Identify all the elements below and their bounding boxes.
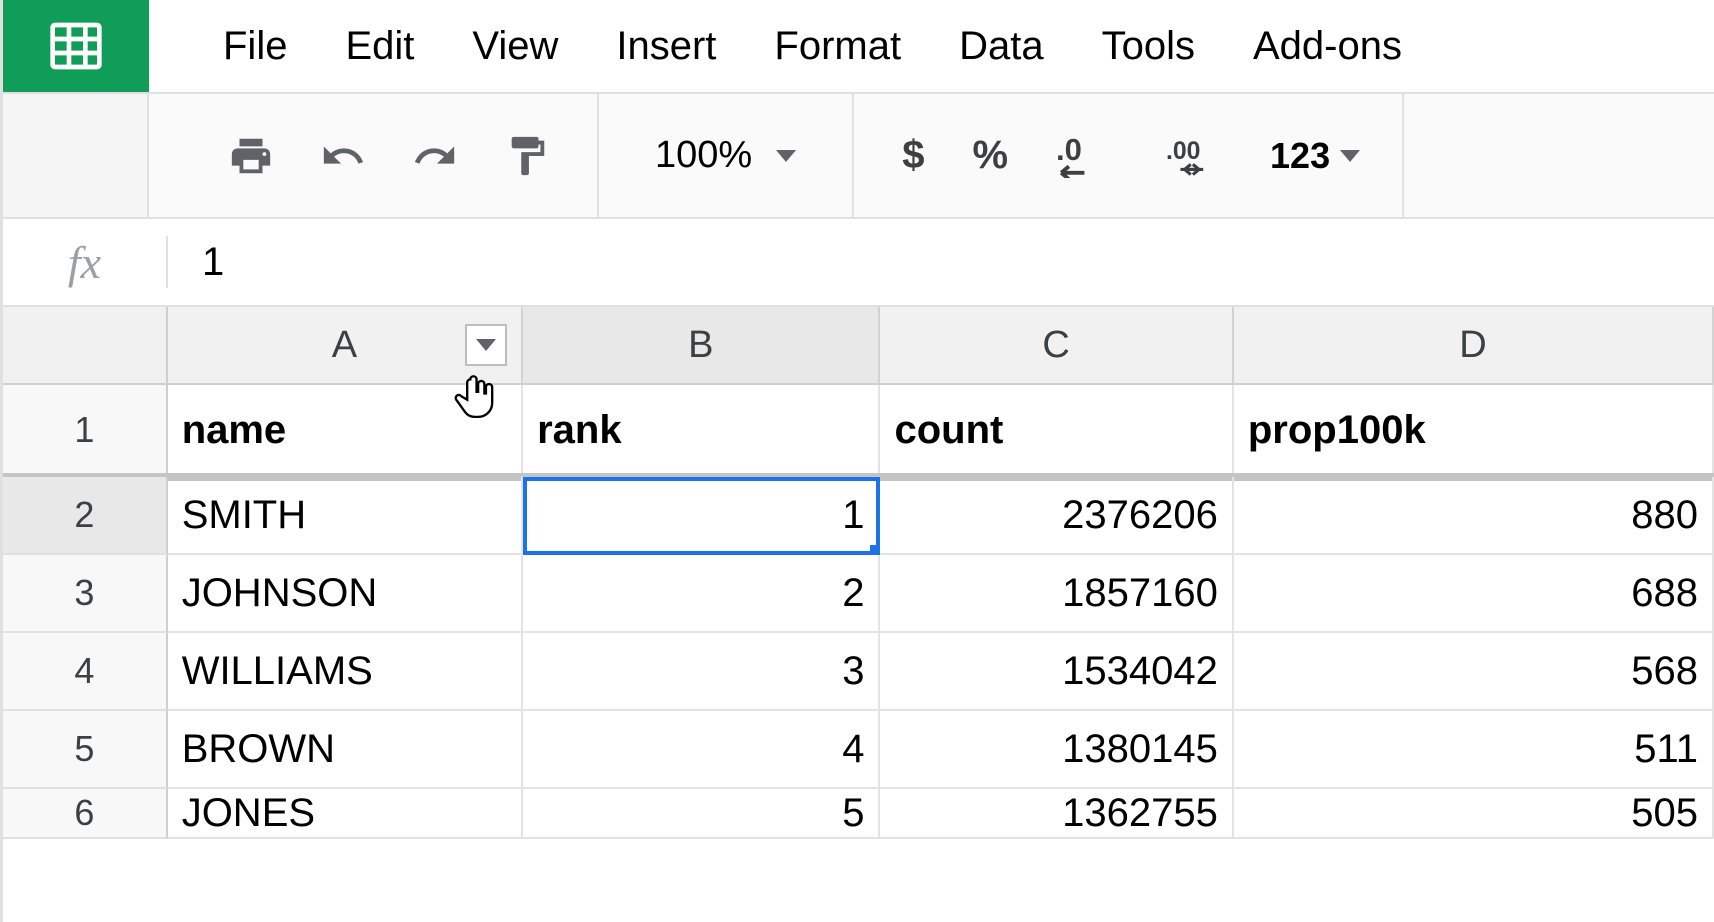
row-header[interactable]: 1: [3, 385, 168, 477]
row-header[interactable]: 5: [3, 711, 168, 789]
menu-format[interactable]: Format: [774, 24, 901, 69]
cell[interactable]: 4: [523, 711, 880, 789]
undo-icon: [320, 133, 366, 179]
redo-button[interactable]: [407, 128, 463, 184]
format-percent-button[interactable]: %: [966, 133, 1014, 178]
column-header-d[interactable]: D: [1234, 307, 1714, 385]
cell[interactable]: 505: [1234, 789, 1714, 839]
more-formats-dropdown[interactable]: 123: [1270, 135, 1360, 177]
column-letter: B: [688, 324, 713, 367]
formula-bar: fx 1: [3, 219, 1714, 307]
menu-data[interactable]: Data: [959, 24, 1044, 69]
cell[interactable]: 1362755: [880, 789, 1233, 839]
cell[interactable]: 568: [1234, 633, 1714, 711]
chevron-down-icon: [476, 339, 496, 351]
cell[interactable]: 511: [1234, 711, 1714, 789]
menu-view[interactable]: View: [472, 24, 558, 69]
cell[interactable]: 5: [523, 789, 880, 839]
column-letter: A: [332, 324, 357, 367]
zoom-dropdown[interactable]: 100%: [641, 134, 810, 177]
cell[interactable]: 880: [1234, 477, 1714, 555]
chevron-down-icon: [776, 150, 796, 162]
cell[interactable]: count: [880, 385, 1233, 477]
svg-text:.0: .0: [1056, 134, 1082, 167]
svg-text:.00: .00: [1166, 138, 1200, 165]
format-currency-button[interactable]: $: [896, 133, 930, 178]
cell[interactable]: name: [168, 385, 523, 477]
select-all-corner[interactable]: [3, 307, 168, 385]
table-row: 6 JONES 5 1362755 505: [3, 789, 1714, 839]
cell[interactable]: WILLIAMS: [168, 633, 523, 711]
table-row: 3 JOHNSON 2 1857160 688: [3, 555, 1714, 633]
cell[interactable]: SMITH: [168, 477, 523, 555]
formula-input[interactable]: 1: [168, 240, 1714, 285]
row-header[interactable]: 4: [3, 633, 168, 711]
table-row: 5 BROWN 4 1380145 511: [3, 711, 1714, 789]
spreadsheet-app: File Edit View Insert Format Data Tools …: [0, 0, 1714, 922]
table-row: 2 SMITH 1 2376206 880: [3, 477, 1714, 555]
menu-bar: File Edit View Insert Format Data Tools …: [149, 0, 1402, 92]
toolbar-divider: [1402, 94, 1404, 217]
print-icon: [228, 133, 274, 179]
cell[interactable]: 688: [1234, 555, 1714, 633]
column-header-c[interactable]: C: [880, 307, 1233, 385]
decrease-decimal-icon: .0: [1056, 134, 1118, 178]
menu-tools[interactable]: Tools: [1102, 24, 1195, 69]
row-header[interactable]: 2: [3, 477, 168, 555]
toolbar-gutter: [3, 94, 149, 217]
toolbar-buttons: 100% $ % .0 .00 123: [149, 94, 1410, 217]
grid-rows: 1 name rank count prop100k 2 SMITH 1 237…: [3, 385, 1714, 922]
menu-insert[interactable]: Insert: [616, 24, 716, 69]
top-strip: File Edit View Insert Format Data Tools …: [3, 0, 1714, 92]
fx-label: fx: [3, 236, 168, 288]
row-header[interactable]: 3: [3, 555, 168, 633]
column-header-a[interactable]: A: [168, 307, 523, 385]
menu-edit[interactable]: Edit: [345, 24, 414, 69]
cell[interactable]: BROWN: [168, 711, 523, 789]
cell[interactable]: rank: [523, 385, 880, 477]
cell[interactable]: 2376206: [880, 477, 1233, 555]
column-headers: A B C D: [3, 307, 1714, 385]
toolbar-divider: [597, 94, 599, 217]
menu-file[interactable]: File: [223, 24, 287, 69]
sheets-icon: [38, 18, 114, 74]
cell[interactable]: 3: [523, 633, 880, 711]
undo-button[interactable]: [315, 128, 371, 184]
grid: A B C D 1 name rank count prop100k 2 SMI…: [3, 307, 1714, 922]
cell[interactable]: 1857160: [880, 555, 1233, 633]
paint-format-icon: [504, 133, 550, 179]
cell[interactable]: 1380145: [880, 711, 1233, 789]
print-button[interactable]: [223, 128, 279, 184]
more-formats-label: 123: [1270, 135, 1330, 177]
cell[interactable]: JOHNSON: [168, 555, 523, 633]
cell[interactable]: JONES: [168, 789, 523, 839]
increase-decimal-icon: .00: [1166, 134, 1228, 178]
zoom-value: 100%: [655, 134, 752, 177]
sheets-logo[interactable]: [3, 0, 149, 92]
table-row: 1 name rank count prop100k: [3, 385, 1714, 477]
toolbar: 100% $ % .0 .00 123: [3, 92, 1714, 219]
column-letter: C: [1042, 324, 1069, 367]
row-header[interactable]: 6: [3, 789, 168, 839]
toolbar-divider: [852, 94, 854, 217]
column-header-b[interactable]: B: [523, 307, 880, 385]
paint-format-button[interactable]: [499, 128, 555, 184]
chevron-down-icon: [1340, 150, 1360, 162]
decrease-decimal-button[interactable]: .0: [1050, 134, 1124, 178]
cell[interactable]: 1534042: [880, 633, 1233, 711]
cell[interactable]: prop100k: [1234, 385, 1714, 477]
redo-icon: [412, 133, 458, 179]
increase-decimal-button[interactable]: .00: [1160, 134, 1234, 178]
column-menu-button[interactable]: [465, 324, 507, 366]
cell-selected[interactable]: 1: [523, 477, 880, 555]
menu-addons[interactable]: Add-ons: [1253, 24, 1402, 69]
table-row: 4 WILLIAMS 3 1534042 568: [3, 633, 1714, 711]
column-letter: D: [1459, 324, 1486, 367]
cell[interactable]: 2: [523, 555, 880, 633]
